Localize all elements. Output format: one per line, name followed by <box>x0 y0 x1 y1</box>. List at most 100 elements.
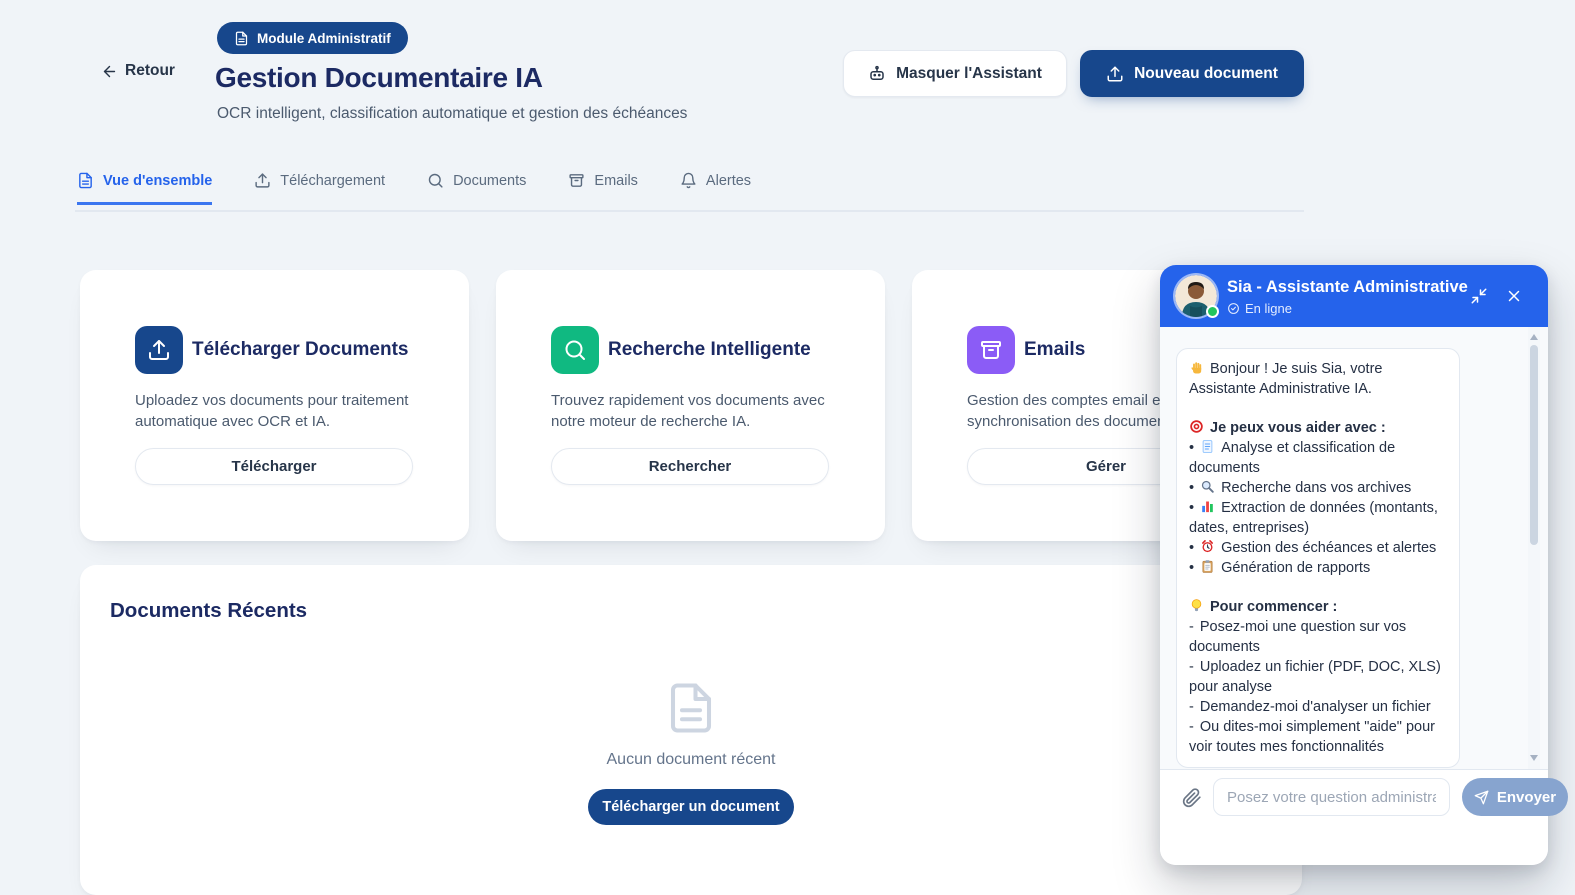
chat-message-line: • Génération de rapports <box>1189 558 1447 578</box>
rechercher-button[interactable]: Rechercher <box>551 448 829 485</box>
chat-message-line: Je peux vous aider avec : <box>1189 418 1447 438</box>
tab-documents[interactable]: Documents <box>427 172 526 205</box>
assistant-message-bubble: Bonjour ! Je suis Sia, votre Assistante … <box>1176 348 1460 768</box>
message-text: Recherche dans vos archives <box>1221 480 1411 496</box>
tab-telechargement[interactable]: Téléchargement <box>254 172 385 205</box>
list-marker: - <box>1189 619 1194 635</box>
scrollbar-thumb[interactable] <box>1530 345 1538 545</box>
message-spacer <box>1189 578 1447 597</box>
list-marker: • <box>1189 440 1194 456</box>
document-management-page: Retour Module Administratif Gestion Docu… <box>0 0 1575 852</box>
message-text: Uploadez un fichier (PDF, DOC, XLS) pour… <box>1189 659 1441 695</box>
chat-input-row: Envoyer <box>1160 771 1548 865</box>
inbox-icon <box>979 338 1003 362</box>
tab-label: Emails <box>594 173 638 189</box>
paperclip-icon <box>1182 788 1202 808</box>
check-circle-icon <box>1227 302 1240 315</box>
chat-message-line: •Gestion des échéances et alertes <box>1189 538 1447 558</box>
chat-header: Sia - Assistante Administrative En ligne <box>1160 265 1548 327</box>
upload-document-button[interactable]: Télécharger un document <box>588 789 794 825</box>
document-icon <box>77 172 94 189</box>
module-badge-label: Module Administratif <box>257 31 391 46</box>
message-text: Demandez-moi d'analyser un fichier <box>1200 699 1431 715</box>
list-marker: • <box>1189 500 1194 516</box>
arrow-left-icon <box>101 63 118 80</box>
message-text: Extraction de données (montants, dates, … <box>1189 500 1438 536</box>
send-button[interactable]: Envoyer <box>1462 778 1568 816</box>
target-emoji-icon <box>1189 419 1204 434</box>
alarm-emoji-icon <box>1200 539 1215 554</box>
tab-emails[interactable]: Emails <box>568 172 638 205</box>
empty-state-text: Aucun document récent <box>80 751 1302 769</box>
message-text: Analyse et classification de documents <box>1189 440 1395 476</box>
assistant-chat-panel: Sia - Assistante Administrative En ligne… <box>1160 265 1548 865</box>
chat-message-line: -Demandez-moi d'analyser un fichier <box>1189 697 1447 717</box>
list-marker: • <box>1189 560 1194 576</box>
doc-emoji-icon <box>1200 439 1215 454</box>
tab-label: Alertes <box>706 173 751 189</box>
tab-label: Documents <box>453 173 526 189</box>
chat-message-line: Pour commencer : <box>1189 597 1447 617</box>
document-icon <box>234 31 249 46</box>
recent-documents-title: Documents Récents <box>110 599 307 623</box>
document-icon <box>664 681 718 735</box>
tab-label: Vue d'ensemble <box>103 173 212 189</box>
attach-file-button[interactable] <box>1182 788 1202 808</box>
search-emoji-icon <box>1200 479 1215 494</box>
chat-message-line: -Ou dites-moi simplement "aide" pour voi… <box>1189 717 1447 757</box>
close-chat-button[interactable] <box>1505 287 1523 305</box>
new-document-button[interactable]: Nouveau document <box>1080 50 1304 97</box>
send-label: Envoyer <box>1497 789 1556 806</box>
chat-question-input[interactable] <box>1213 778 1450 816</box>
minimize-chat-button[interactable] <box>1470 287 1488 305</box>
chat-message-line: • Recherche dans vos archives <box>1189 478 1447 498</box>
card-icon-box <box>135 326 183 374</box>
tab-bar: Vue d'ensemble Téléchargement Documents … <box>77 172 751 205</box>
chat-message-line: Bonjour ! Je suis Sia, votre Assistante … <box>1189 359 1447 399</box>
tab-alertes[interactable]: Alertes <box>680 172 751 205</box>
feature-cards: Télécharger Documents Uploadez vos docum… <box>80 270 1301 541</box>
upload-icon <box>1106 65 1124 83</box>
upload-icon <box>147 338 171 362</box>
list-marker: • <box>1189 480 1194 496</box>
chat-scrollbar[interactable] <box>1528 327 1540 770</box>
chart-emoji-icon <box>1200 499 1215 514</box>
page-subtitle: OCR intelligent, classification automati… <box>217 105 687 123</box>
hide-assistant-label: Masquer l'Assistant <box>896 65 1042 83</box>
back-label: Retour <box>125 62 175 80</box>
tab-vue-densemble[interactable]: Vue d'ensemble <box>77 172 212 205</box>
tabs-divider <box>75 210 1304 212</box>
card-smart-search: Recherche Intelligente Trouvez rapidemen… <box>496 270 885 541</box>
inbox-icon <box>568 172 585 189</box>
bulb-emoji-icon <box>1189 598 1204 613</box>
message-text: Bonjour ! Je suis Sia, votre Assistante … <box>1189 361 1382 397</box>
chat-message-line: -Uploadez un fichier (PDF, DOC, XLS) pou… <box>1189 657 1447 697</box>
online-status-dot <box>1206 305 1219 318</box>
list-marker: - <box>1189 699 1194 715</box>
card-upload-documents: Télécharger Documents Uploadez vos docum… <box>80 270 469 541</box>
module-badge: Module Administratif <box>217 22 408 54</box>
chat-status: En ligne <box>1227 301 1292 316</box>
robot-icon <box>868 65 886 83</box>
scroll-down-arrow[interactable] <box>1530 755 1538 761</box>
message-text: Je peux vous aider avec : <box>1210 420 1386 436</box>
message-text: Posez-moi une question sur vos documents <box>1189 619 1406 655</box>
back-button[interactable]: Retour <box>101 62 175 80</box>
card-title: Emails <box>1024 339 1085 361</box>
upload-icon <box>254 172 271 189</box>
chat-title: Sia - Assistante Administrative <box>1227 278 1468 297</box>
message-text: Pour commencer : <box>1210 599 1337 615</box>
chat-message-line: -Posez-moi une question sur vos document… <box>1189 617 1447 657</box>
card-icon-box <box>967 326 1015 374</box>
card-icon-box <box>551 326 599 374</box>
message-text: Gestion des échéances et alertes <box>1221 540 1436 556</box>
hide-assistant-button[interactable]: Masquer l'Assistant <box>843 50 1067 97</box>
search-icon <box>427 172 444 189</box>
recent-documents-card: Documents Récents Aucun document récent … <box>80 565 1302 895</box>
chat-messages-area: Bonjour ! Je suis Sia, votre Assistante … <box>1160 327 1548 770</box>
telecharger-button[interactable]: Télécharger <box>135 448 413 485</box>
scroll-up-arrow[interactable] <box>1530 334 1538 340</box>
message-text: Génération de rapports <box>1221 560 1370 576</box>
message-spacer <box>1189 399 1447 418</box>
chat-status-label: En ligne <box>1245 301 1292 316</box>
